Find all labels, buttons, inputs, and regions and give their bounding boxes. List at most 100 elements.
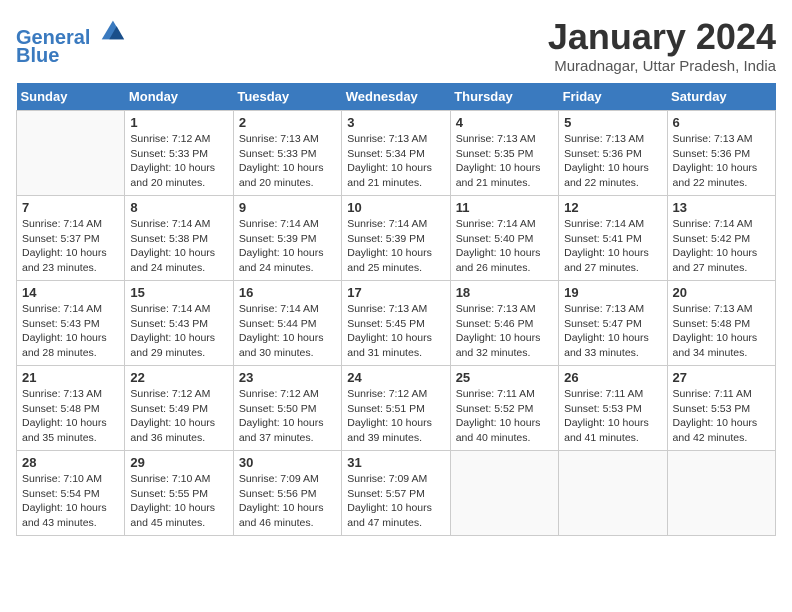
calendar-cell <box>17 111 125 196</box>
day-info: Sunrise: 7:12 AM Sunset: 5:51 PM Dayligh… <box>347 387 444 446</box>
day-number: 6 <box>673 115 770 130</box>
day-number: 27 <box>673 370 770 385</box>
day-info: Sunrise: 7:13 AM Sunset: 5:48 PM Dayligh… <box>673 302 770 361</box>
day-info: Sunrise: 7:13 AM Sunset: 5:47 PM Dayligh… <box>564 302 661 361</box>
page-header: General Blue January 2024 Muradnagar, Ut… <box>16 16 776 75</box>
day-info: Sunrise: 7:13 AM Sunset: 5:46 PM Dayligh… <box>456 302 553 361</box>
day-number: 9 <box>239 200 336 215</box>
title-block: January 2024 Muradnagar, Uttar Pradesh, … <box>548 16 776 75</box>
day-info: Sunrise: 7:12 AM Sunset: 5:33 PM Dayligh… <box>130 132 227 191</box>
day-number: 31 <box>347 455 444 470</box>
calendar-cell: 9 Sunrise: 7:14 AM Sunset: 5:39 PM Daylig… <box>233 196 341 281</box>
calendar-cell: 15Sunrise: 7:14 AM Sunset: 5:43 PM Dayli… <box>125 281 233 366</box>
week-row-5: 28 Sunrise: 7:10 AM Sunset: 5:54 PM Dayli… <box>17 451 776 536</box>
day-number: 30 <box>239 455 336 470</box>
day-number: 19 <box>564 285 661 300</box>
day-info: Sunrise: 7:13 AM Sunset: 5:34 PM Dayligh… <box>347 132 444 191</box>
day-info: Sunrise: 7:14 AM Sunset: 5:42 PM Dayligh… <box>673 217 770 276</box>
day-number: 24 <box>347 370 444 385</box>
day-number: 13 <box>673 200 770 215</box>
day-number: 5 <box>564 115 661 130</box>
weekday-header-sunday: Sunday <box>17 83 125 111</box>
day-number: 3 <box>347 115 444 130</box>
day-info: Sunrise: 7:13 AM Sunset: 5:36 PM Dayligh… <box>673 132 770 191</box>
calendar-cell: 16Sunrise: 7:14 AM Sunset: 5:44 PM Dayli… <box>233 281 341 366</box>
logo: General Blue <box>16 16 126 67</box>
calendar-cell: 30Sunrise: 7:09 AM Sunset: 5:56 PM Dayli… <box>233 451 341 536</box>
calendar-table: SundayMondayTuesdayWednesdayThursdayFrid… <box>16 83 776 536</box>
day-number: 7 <box>22 200 119 215</box>
calendar-cell: 3 Sunrise: 7:13 AM Sunset: 5:34 PM Daylig… <box>342 111 450 196</box>
weekday-header-tuesday: Tuesday <box>233 83 341 111</box>
calendar-cell: 2Sunrise: 7:13 AM Sunset: 5:33 PM Daylig… <box>233 111 341 196</box>
calendar-cell: 25 Sunrise: 7:11 AM Sunset: 5:52 PM Dayli… <box>450 366 558 451</box>
day-info: Sunrise: 7:11 AM Sunset: 5:53 PM Dayligh… <box>564 387 661 446</box>
calendar-cell <box>667 451 775 536</box>
calendar-cell: 22 Sunrise: 7:12 AM Sunset: 5:49 PM Dayli… <box>125 366 233 451</box>
calendar-cell: 26Sunrise: 7:11 AM Sunset: 5:53 PM Dayli… <box>559 366 667 451</box>
day-info: Sunrise: 7:13 AM Sunset: 5:45 PM Dayligh… <box>347 302 444 361</box>
day-info: Sunrise: 7:13 AM Sunset: 5:33 PM Dayligh… <box>239 132 336 191</box>
calendar-cell: 24 Sunrise: 7:12 AM Sunset: 5:51 PM Dayli… <box>342 366 450 451</box>
day-number: 28 <box>22 455 119 470</box>
calendar-cell: 21Sunrise: 7:13 AM Sunset: 5:48 PM Dayli… <box>17 366 125 451</box>
day-number: 22 <box>130 370 227 385</box>
day-info: Sunrise: 7:13 AM Sunset: 5:48 PM Dayligh… <box>22 387 119 446</box>
week-row-4: 21Sunrise: 7:13 AM Sunset: 5:48 PM Dayli… <box>17 366 776 451</box>
calendar-cell <box>559 451 667 536</box>
day-info: Sunrise: 7:14 AM Sunset: 5:40 PM Dayligh… <box>456 217 553 276</box>
calendar-cell: 31Sunrise: 7:09 AM Sunset: 5:57 PM Dayli… <box>342 451 450 536</box>
calendar-cell: 11 Sunrise: 7:14 AM Sunset: 5:40 PM Dayli… <box>450 196 558 281</box>
day-number: 16 <box>239 285 336 300</box>
day-info: Sunrise: 7:10 AM Sunset: 5:55 PM Dayligh… <box>130 472 227 531</box>
day-number: 14 <box>22 285 119 300</box>
day-info: Sunrise: 7:14 AM Sunset: 5:43 PM Dayligh… <box>130 302 227 361</box>
day-number: 25 <box>456 370 553 385</box>
week-row-3: 14 Sunrise: 7:14 AM Sunset: 5:43 PM Dayli… <box>17 281 776 366</box>
day-info: Sunrise: 7:11 AM Sunset: 5:53 PM Dayligh… <box>673 387 770 446</box>
week-row-2: 7Sunrise: 7:14 AM Sunset: 5:37 PM Daylig… <box>17 196 776 281</box>
day-info: Sunrise: 7:11 AM Sunset: 5:52 PM Dayligh… <box>456 387 553 446</box>
day-number: 29 <box>130 455 227 470</box>
calendar-cell: 29 Sunrise: 7:10 AM Sunset: 5:55 PM Dayli… <box>125 451 233 536</box>
calendar-cell: 14 Sunrise: 7:14 AM Sunset: 5:43 PM Dayli… <box>17 281 125 366</box>
calendar-cell: 5 Sunrise: 7:13 AM Sunset: 5:36 PM Daylig… <box>559 111 667 196</box>
day-info: Sunrise: 7:14 AM Sunset: 5:39 PM Dayligh… <box>347 217 444 276</box>
day-info: Sunrise: 7:12 AM Sunset: 5:49 PM Dayligh… <box>130 387 227 446</box>
month-title: January 2024 <box>548 16 776 58</box>
weekday-header-saturday: Saturday <box>667 83 775 111</box>
calendar-cell: 8 Sunrise: 7:14 AM Sunset: 5:38 PM Daylig… <box>125 196 233 281</box>
day-number: 20 <box>673 285 770 300</box>
day-info: Sunrise: 7:14 AM Sunset: 5:43 PM Dayligh… <box>22 302 119 361</box>
day-number: 10 <box>347 200 444 215</box>
day-info: Sunrise: 7:14 AM Sunset: 5:41 PM Dayligh… <box>564 217 661 276</box>
calendar-cell: 1Sunrise: 7:12 AM Sunset: 5:33 PM Daylig… <box>125 111 233 196</box>
calendar-cell <box>450 451 558 536</box>
day-number: 8 <box>130 200 227 215</box>
weekday-header-friday: Friday <box>559 83 667 111</box>
calendar-cell: 18 Sunrise: 7:13 AM Sunset: 5:46 PM Dayli… <box>450 281 558 366</box>
calendar-cell: 27 Sunrise: 7:11 AM Sunset: 5:53 PM Dayli… <box>667 366 775 451</box>
calendar-cell: 10 Sunrise: 7:14 AM Sunset: 5:39 PM Dayli… <box>342 196 450 281</box>
calendar-cell: 12 Sunrise: 7:14 AM Sunset: 5:41 PM Dayli… <box>559 196 667 281</box>
weekday-header-wednesday: Wednesday <box>342 83 450 111</box>
day-info: Sunrise: 7:14 AM Sunset: 5:39 PM Dayligh… <box>239 217 336 276</box>
calendar-cell: 17 Sunrise: 7:13 AM Sunset: 5:45 PM Dayli… <box>342 281 450 366</box>
calendar-cell: 13 Sunrise: 7:14 AM Sunset: 5:42 PM Dayli… <box>667 196 775 281</box>
weekday-header-monday: Monday <box>125 83 233 111</box>
day-number: 11 <box>456 200 553 215</box>
day-number: 17 <box>347 285 444 300</box>
weekday-header-row: SundayMondayTuesdayWednesdayThursdayFrid… <box>17 83 776 111</box>
day-info: Sunrise: 7:13 AM Sunset: 5:36 PM Dayligh… <box>564 132 661 191</box>
calendar-cell: 4Sunrise: 7:13 AM Sunset: 5:35 PM Daylig… <box>450 111 558 196</box>
weekday-header-thursday: Thursday <box>450 83 558 111</box>
day-info: Sunrise: 7:13 AM Sunset: 5:35 PM Dayligh… <box>456 132 553 191</box>
day-number: 18 <box>456 285 553 300</box>
calendar-cell: 6 Sunrise: 7:13 AM Sunset: 5:36 PM Daylig… <box>667 111 775 196</box>
day-number: 12 <box>564 200 661 215</box>
day-info: Sunrise: 7:14 AM Sunset: 5:38 PM Dayligh… <box>130 217 227 276</box>
calendar-cell: 7Sunrise: 7:14 AM Sunset: 5:37 PM Daylig… <box>17 196 125 281</box>
calendar-cell: 23Sunrise: 7:12 AM Sunset: 5:50 PM Dayli… <box>233 366 341 451</box>
day-info: Sunrise: 7:10 AM Sunset: 5:54 PM Dayligh… <box>22 472 119 531</box>
day-info: Sunrise: 7:12 AM Sunset: 5:50 PM Dayligh… <box>239 387 336 446</box>
